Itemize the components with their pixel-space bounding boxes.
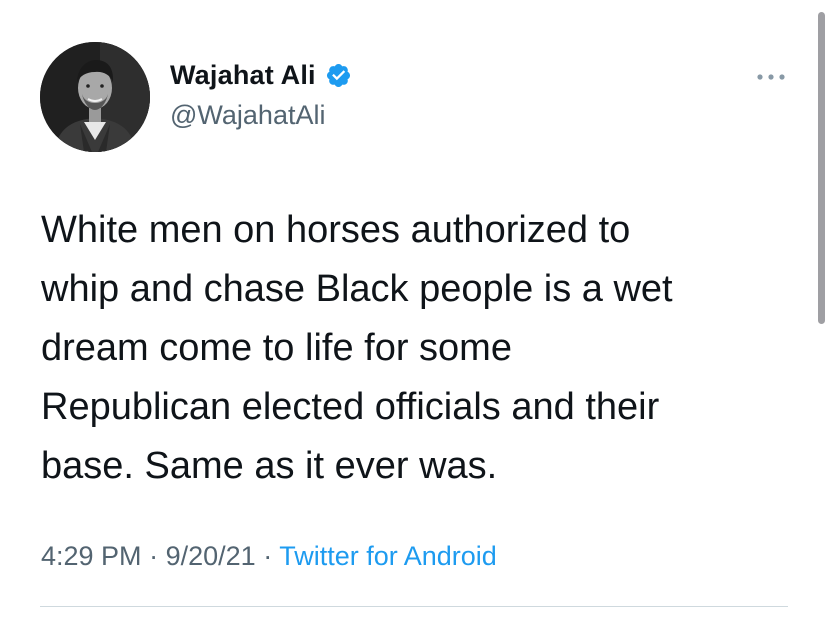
tweet-card: Wajahat Ali @WajahatAli White men on hor… [0,0,828,623]
divider [40,606,788,607]
author-handle[interactable]: @WajahatAli [170,100,325,131]
more-options-icon[interactable] [754,69,788,85]
meta-separator: · [149,541,159,571]
author-name-row: Wajahat Ali [170,60,352,91]
tweet-time[interactable]: 4:29 PM [41,541,142,571]
tweet-meta: 4:29 PM · 9/20/21 · Twitter for Android [41,541,497,572]
author-avatar[interactable] [40,42,150,152]
scrollbar[interactable] [818,12,825,324]
author-display-name[interactable]: Wajahat Ali [170,60,316,91]
verified-badge-icon [325,62,352,89]
meta-separator: · [263,541,273,571]
tweet-source-link[interactable]: Twitter for Android [279,541,497,571]
profile-photo-icon [40,42,150,152]
tweet-text: White men on horses authorized to whip a… [41,209,673,487]
tweet-date[interactable]: 9/20/21 [166,541,256,571]
